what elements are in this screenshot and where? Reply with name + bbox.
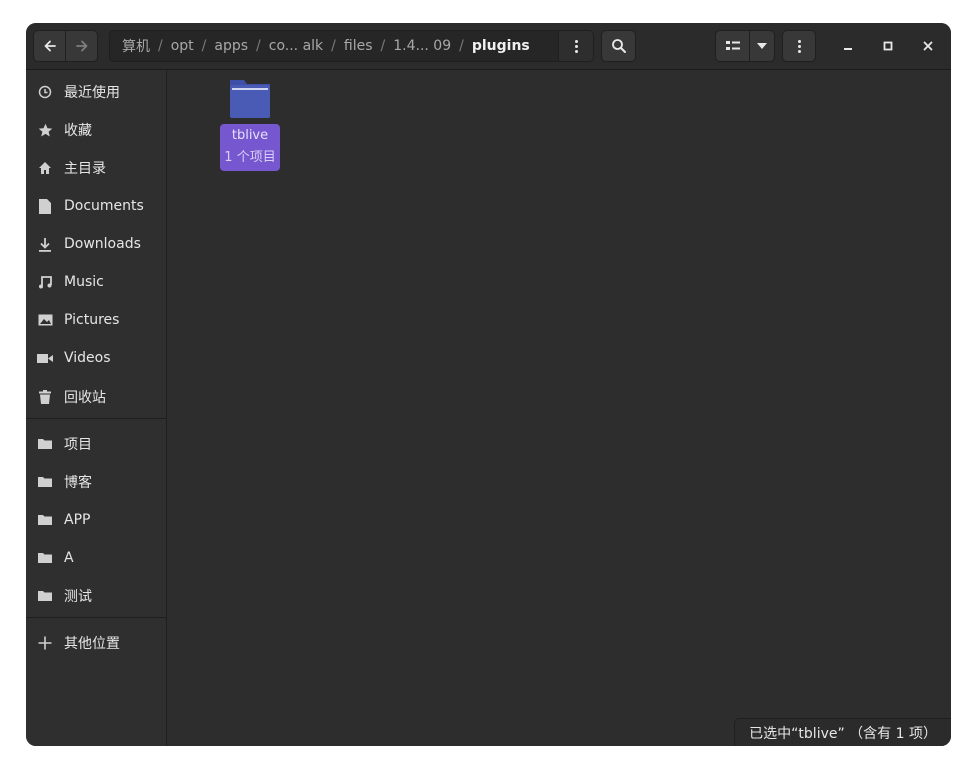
sidebar-item-recent[interactable]: 最近使用 <box>26 75 166 109</box>
list-view-icon <box>725 41 740 50</box>
folder-icon <box>26 476 64 488</box>
main-menu-button[interactable] <box>782 30 816 62</box>
sidebar-item-label: 收藏 <box>64 123 92 139</box>
breadcrumb-separator: / <box>380 38 386 54</box>
status-text: 已选中“tblive” （含有 1 项） <box>749 725 937 742</box>
sidebar-item-bookmark-a[interactable]: A <box>26 541 166 575</box>
folder-icon <box>26 438 64 450</box>
breadcrumb-apps[interactable]: apps <box>214 38 248 54</box>
sidebar-item-label: Downloads <box>64 236 141 252</box>
close-button[interactable] <box>917 35 939 57</box>
sidebar-item-label: 回收站 <box>64 390 106 406</box>
download-icon <box>26 237 64 252</box>
sidebar-item-bookmark-projects[interactable]: 项目 <box>26 427 166 461</box>
sidebar-item-pictures[interactable]: Pictures <box>26 303 166 337</box>
sidebar-item-videos[interactable]: Videos <box>26 341 166 375</box>
breadcrumb-app-folder[interactable]: co... alk <box>269 38 323 54</box>
sidebar-item-label: APP <box>64 512 91 528</box>
document-icon <box>26 198 64 214</box>
breadcrumb-separator: / <box>201 38 207 54</box>
sidebar-item-label: 其他位置 <box>64 636 120 652</box>
picture-icon <box>26 314 64 326</box>
sidebar: 最近使用 收藏 主目录 Documents Downloads Music Pi… <box>26 70 167 746</box>
arrow-right-icon <box>75 40 87 52</box>
path-bar: 算机 / opt / apps / co... alk / files / 1.… <box>109 30 594 62</box>
sidebar-item-label: Music <box>64 274 104 290</box>
breadcrumb-version[interactable]: 1.4... 09 <box>393 38 451 54</box>
sidebar-item-label: A <box>64 550 74 566</box>
music-icon <box>26 275 64 289</box>
sidebar-item-label: Pictures <box>64 312 120 328</box>
breadcrumb-files[interactable]: files <box>344 38 373 54</box>
arrow-left-icon <box>44 40 56 52</box>
star-icon <box>26 123 64 138</box>
video-icon <box>26 353 64 364</box>
breadcrumb-computer[interactable]: 算机 <box>122 36 150 56</box>
sidebar-item-trash[interactable]: 回收站 <box>26 380 166 414</box>
sidebar-item-starred[interactable]: 收藏 <box>26 113 166 147</box>
selection-status: 已选中“tblive” （含有 1 项） <box>734 718 951 746</box>
header-bar: 算机 / opt / apps / co... alk / files / 1.… <box>26 23 951 70</box>
sidebar-item-label: 项目 <box>64 437 92 453</box>
sidebar-item-other-locations[interactable]: 其他位置 <box>26 626 166 660</box>
folder-name: tblive <box>231 128 269 143</box>
folder-item-count: 1 个项目 <box>224 150 276 165</box>
navigation-buttons <box>33 30 98 62</box>
sidebar-item-bookmark-app[interactable]: APP <box>26 503 166 537</box>
breadcrumb-opt[interactable]: opt <box>171 38 194 54</box>
close-icon <box>923 41 933 51</box>
folder-label: tblive 1 个项目 <box>220 124 280 171</box>
search-icon <box>611 39 626 53</box>
maximize-button[interactable] <box>877 35 899 57</box>
sidebar-item-label: 博客 <box>64 475 92 491</box>
folder-icon <box>230 80 270 118</box>
maximize-icon <box>883 41 893 51</box>
folder-icon <box>26 552 64 564</box>
breadcrumb-separator: / <box>256 38 261 54</box>
minimize-icon <box>844 48 852 50</box>
sidebar-item-label: Documents <box>64 198 144 214</box>
folder-icon <box>26 590 64 602</box>
sidebar-divider <box>26 418 166 419</box>
search-button[interactable] <box>601 30 636 62</box>
path-menu-button[interactable] <box>558 31 593 61</box>
sidebar-item-bookmark-test[interactable]: 测试 <box>26 579 166 613</box>
folder-item-tblive[interactable]: tblive 1 个项目 <box>217 80 283 171</box>
sidebar-divider <box>26 617 166 618</box>
view-options <box>715 30 775 62</box>
trash-icon <box>26 390 64 404</box>
vertical-dots-icon <box>797 39 801 53</box>
minimize-button[interactable] <box>837 35 859 57</box>
chevron-down-icon <box>757 43 768 49</box>
sidebar-item-label: Videos <box>64 350 111 366</box>
sidebar-item-downloads[interactable]: Downloads <box>26 227 166 261</box>
file-view[interactable]: tblive 1 个项目 已选中“tblive” （含有 1 项） <box>167 70 951 746</box>
sidebar-item-music[interactable]: Music <box>26 265 166 299</box>
breadcrumb-separator: / <box>459 38 464 54</box>
breadcrumb-plugins[interactable]: plugins <box>472 38 530 54</box>
forward-button[interactable] <box>65 31 97 61</box>
breadcrumb-separator: / <box>331 38 336 54</box>
view-dropdown-button[interactable] <box>749 31 774 61</box>
folder-icon <box>26 514 64 526</box>
sidebar-item-label: 测试 <box>64 589 92 605</box>
sidebar-item-documents[interactable]: Documents <box>26 189 166 223</box>
file-manager-window: 算机 / opt / apps / co... alk / files / 1.… <box>26 23 951 746</box>
breadcrumb-separator: / <box>158 38 163 54</box>
sidebar-item-label: 最近使用 <box>64 85 120 101</box>
sidebar-item-label: 主目录 <box>64 161 106 177</box>
vertical-dots-icon <box>574 39 578 53</box>
clock-icon <box>26 85 64 99</box>
home-icon <box>26 161 64 175</box>
back-button[interactable] <box>34 31 65 61</box>
sidebar-item-home[interactable]: 主目录 <box>26 151 166 185</box>
sidebar-item-bookmark-blog[interactable]: 博客 <box>26 465 166 499</box>
plus-icon <box>26 636 64 650</box>
list-view-button[interactable] <box>716 31 749 61</box>
